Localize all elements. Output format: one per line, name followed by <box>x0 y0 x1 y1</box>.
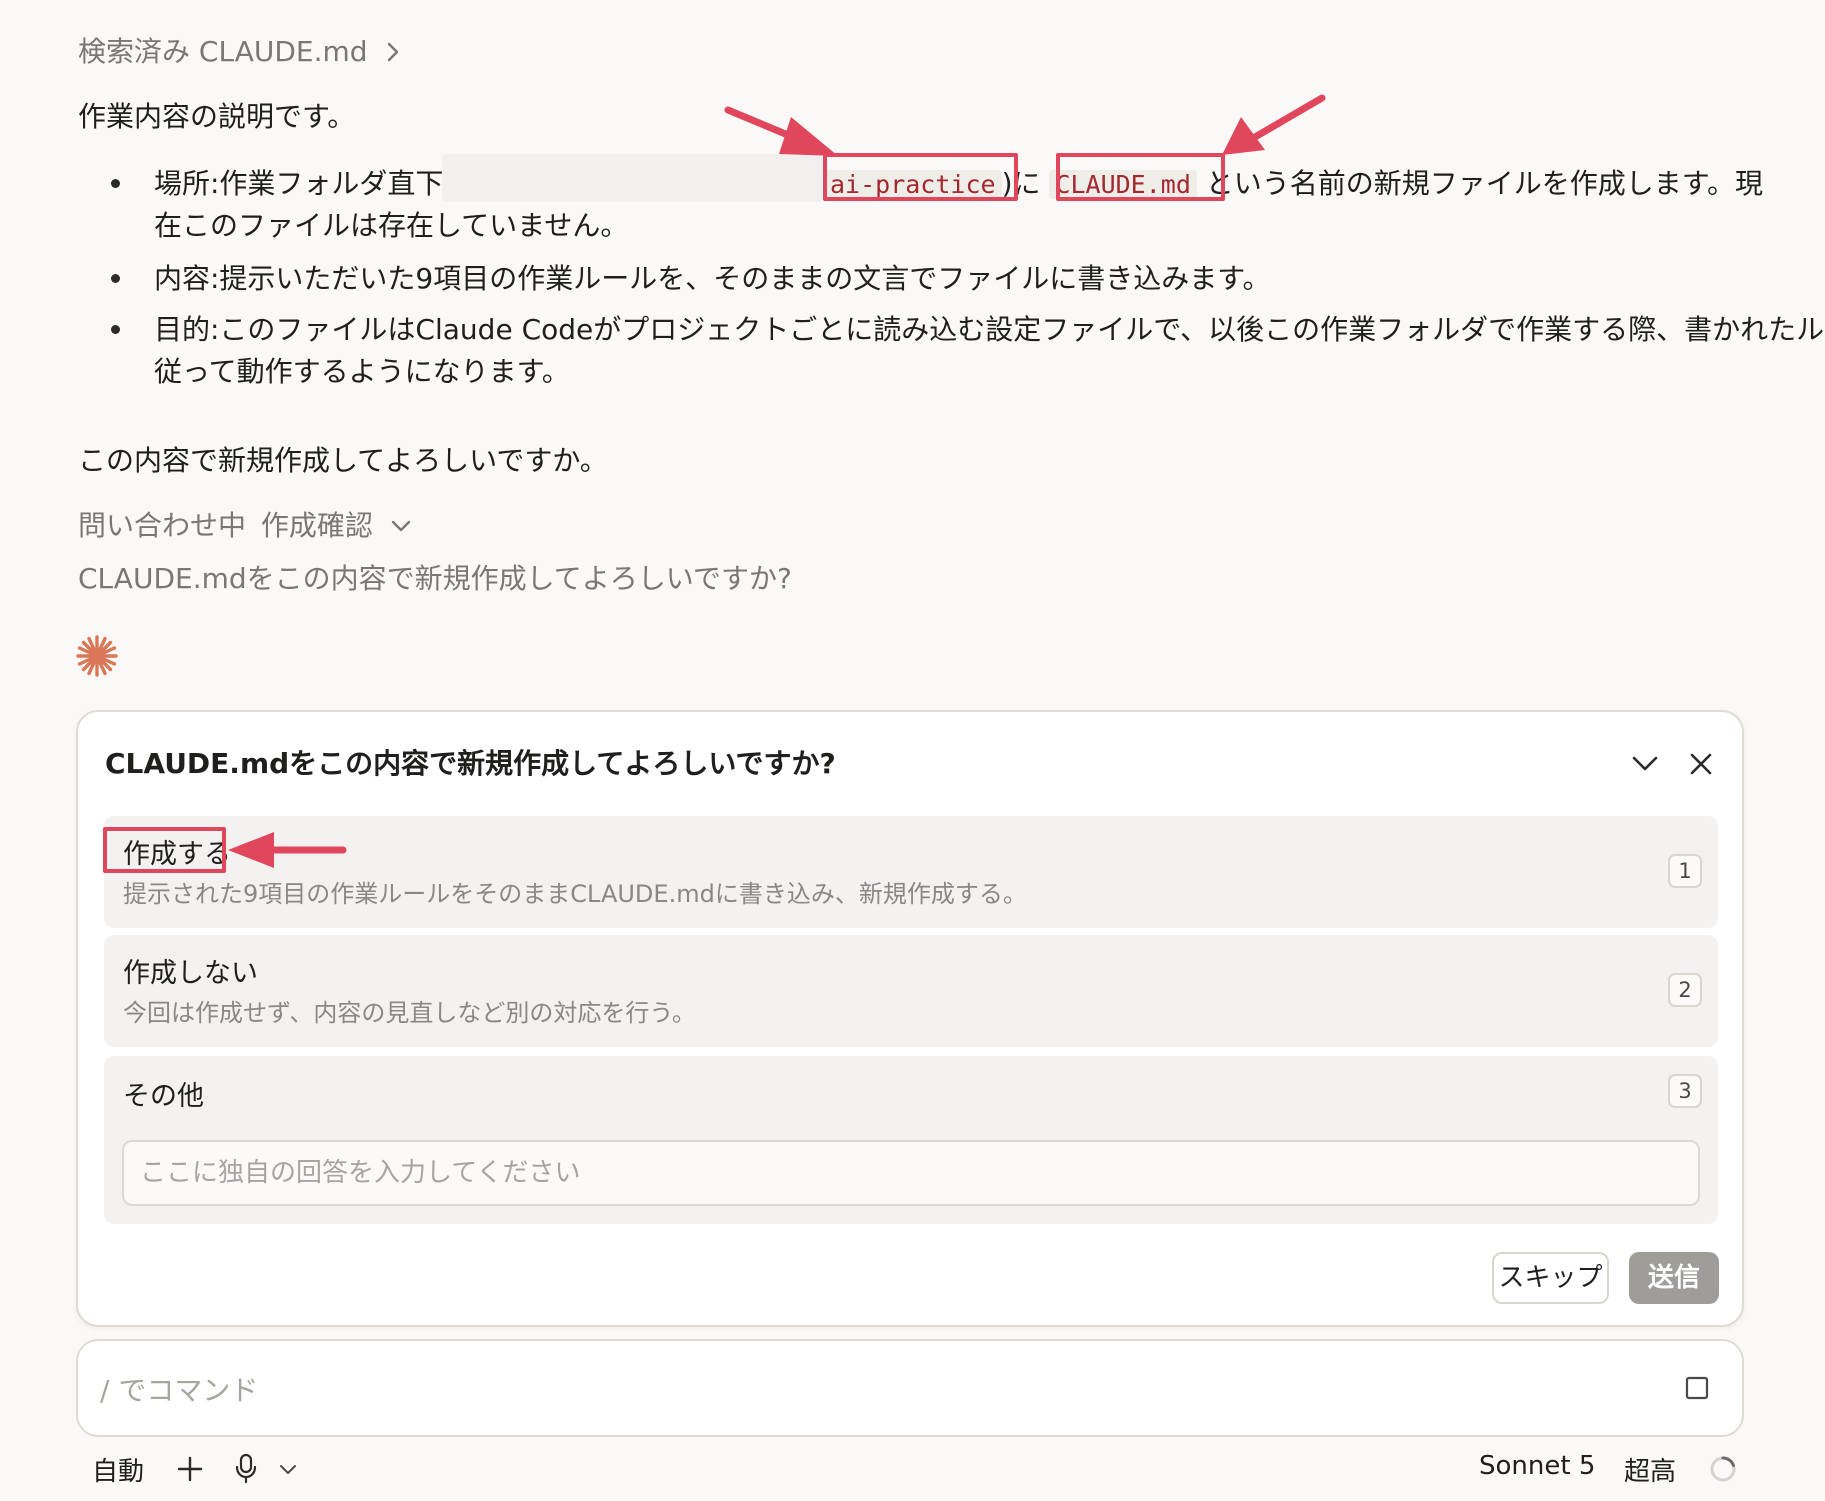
bullet-location-line2: 在このファイルは存在していません。 <box>154 209 629 242</box>
custom-answer-input[interactable] <box>122 1140 1700 1206</box>
option-description: 提示された9項目の作業ルールをそのままCLAUDE.mdに書き込み、新規作成する… <box>123 880 1027 908</box>
annotation-box-folder <box>823 153 1018 201</box>
searched-file-text: 検索済み CLAUDE.md <box>78 35 368 68</box>
annotation-box-create-option <box>103 827 226 873</box>
bullet-purpose: 目的:このファイルはClaude Codeがプロジェクトごとに読み込む設定ファイ… <box>154 313 1825 346</box>
bullet-location-suffix: という名前の新規ファイルを作成します。現 <box>1205 167 1763 200</box>
question-card: CLAUDE.mdをこの内容で新規作成してよろしいですか? 作成する 提示された… <box>76 710 1744 1327</box>
claude-spark-icon <box>76 635 118 677</box>
option-number-badge: 3 <box>1668 1074 1702 1108</box>
command-placeholder: / でコマンド <box>100 1374 259 1407</box>
bullet-dot <box>111 274 120 283</box>
option-other[interactable]: その他 3 <box>104 1056 1718 1224</box>
microphone-icon[interactable] <box>233 1452 259 1484</box>
inquiry-topic: 作成確認 <box>260 509 373 542</box>
option-label: 作成しない <box>123 958 258 989</box>
message-intro: 作業内容の説明です。 <box>78 100 356 133</box>
stop-square-icon[interactable] <box>1684 1375 1710 1401</box>
option-create[interactable]: 作成する 提示された9項目の作業ルールをそのままCLAUDE.mdに書き込み、新… <box>104 816 1718 928</box>
bullet-dot <box>111 179 120 188</box>
option-number-badge: 2 <box>1668 973 1702 1007</box>
option-description: 今回は作成せず、内容の見直しなど別の対応を行う。 <box>123 999 696 1027</box>
chevron-down-icon <box>391 520 411 532</box>
inquiry-status: 問い合わせ中 <box>78 509 247 542</box>
option-number-badge: 1 <box>1668 854 1702 888</box>
inquiry-status-toggle[interactable]: 問い合わせ中 作成確認 <box>78 506 412 546</box>
bullet-content: 内容:提示いただいた9項目の作業ルールを、そのままの文言でファイルに書き込みます… <box>154 262 1271 295</box>
chevron-down-icon[interactable] <box>278 1462 298 1478</box>
inquiry-question: CLAUDE.mdをこの内容で新規作成してよろしいですか? <box>78 562 792 595</box>
send-button[interactable]: 送信 <box>1629 1252 1719 1304</box>
bullet-dot <box>111 325 120 334</box>
context-usage-icon[interactable] <box>1708 1454 1738 1484</box>
chevron-right-icon <box>388 42 399 62</box>
mode-selector[interactable]: 自動 <box>92 1451 144 1488</box>
option-label: その他 <box>123 1081 204 1112</box>
confirm-text: この内容で新規作成してよろしいですか。 <box>78 444 608 477</box>
bullet-location: 場所:作業フォルダ直下( <box>154 164 454 204</box>
close-icon[interactable] <box>1681 744 1721 784</box>
option-dont-create[interactable]: 作成しない 今回は作成せず、内容の見直しなど別の対応を行う。 2 <box>104 935 1718 1047</box>
skip-button[interactable]: スキップ <box>1492 1252 1609 1304</box>
redacted-path <box>442 154 822 202</box>
bullet-purpose-line2: 従って動作するようになります。 <box>154 355 570 388</box>
command-input-box[interactable]: / でコマンド <box>76 1339 1744 1437</box>
collapse-chevron-icon[interactable] <box>1625 744 1665 784</box>
annotation-box-file <box>1056 153 1225 201</box>
card-title: CLAUDE.mdをこの内容で新規作成してよろしいですか? <box>105 747 836 780</box>
effort-selector[interactable]: 超高 <box>1624 1451 1676 1488</box>
searched-file-label[interactable]: 検索済み CLAUDE.md <box>78 32 402 72</box>
plus-icon[interactable] <box>175 1454 205 1484</box>
bullet-location-prefix: 場所:作業フォルダ直下( <box>154 167 455 200</box>
model-selector[interactable]: Sonnet 5 <box>1479 1451 1595 1481</box>
